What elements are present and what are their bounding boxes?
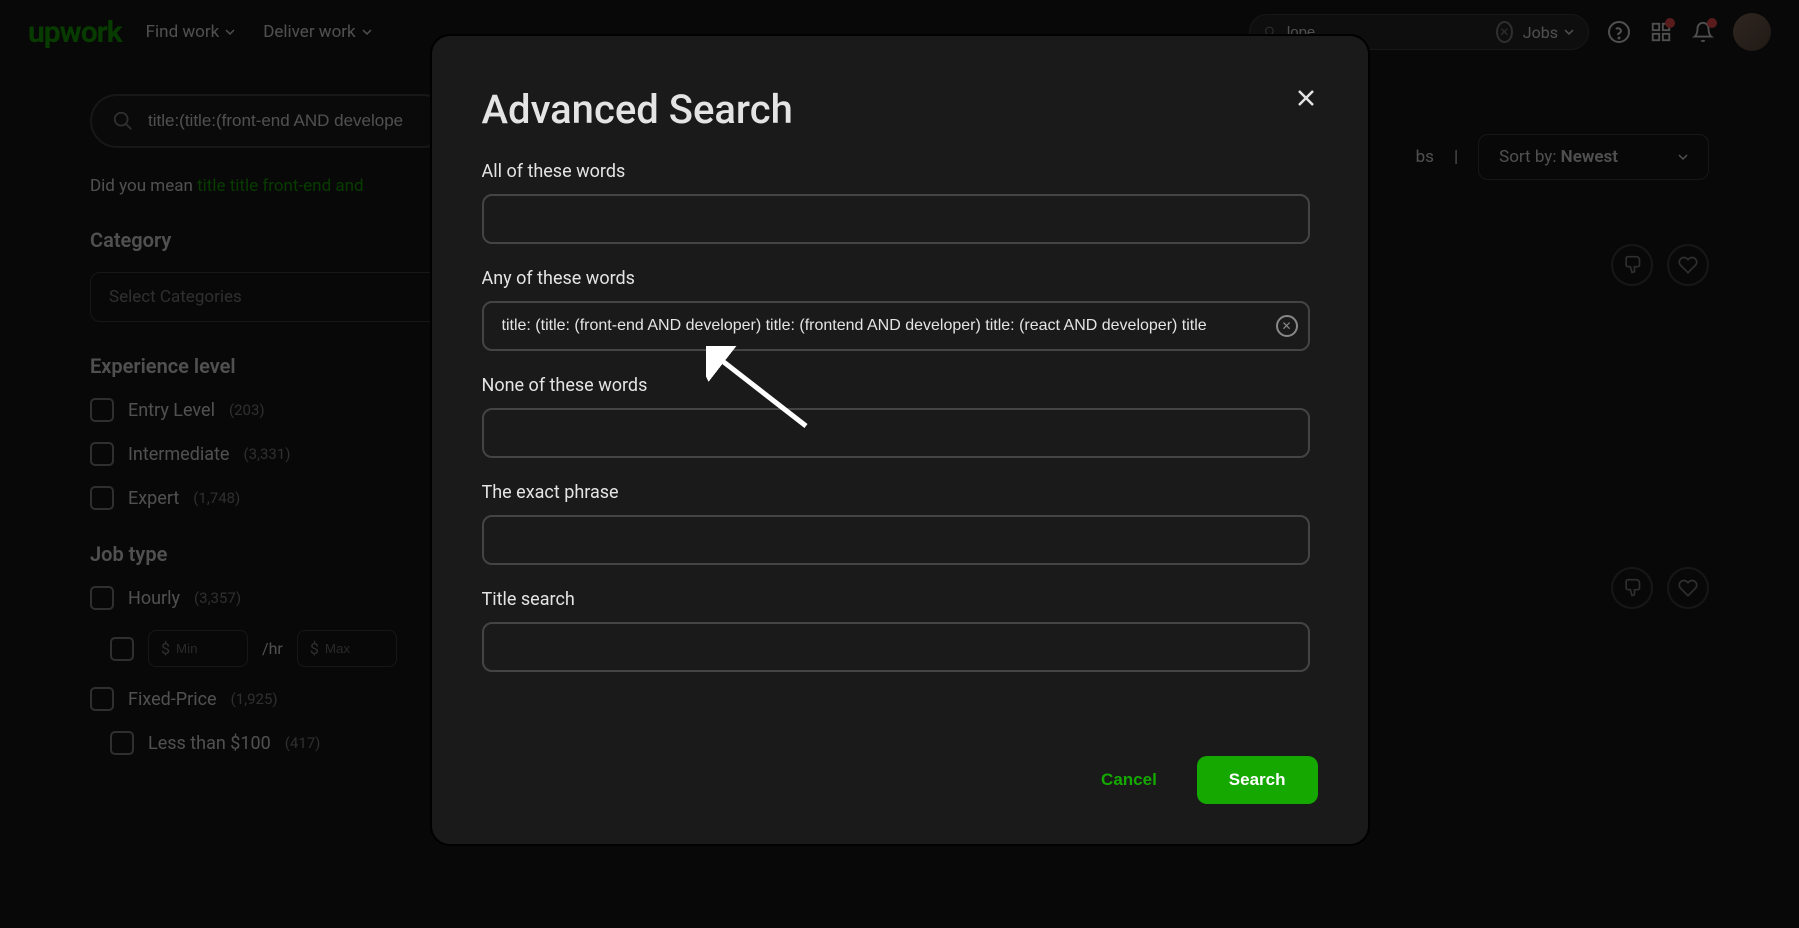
search-button[interactable]: Search [1197, 756, 1318, 804]
close-icon [1294, 86, 1318, 110]
modal-title: Advanced Search [482, 86, 1318, 133]
title-search-group: Title search [482, 589, 1310, 672]
cancel-button[interactable]: Cancel [1081, 756, 1177, 804]
all-words-group: All of these words [482, 161, 1310, 244]
close-button[interactable] [1292, 84, 1320, 112]
exact-phrase-group: The exact phrase [482, 482, 1310, 565]
any-words-label: Any of these words [482, 268, 1310, 289]
none-words-label: None of these words [482, 375, 1310, 396]
clear-input-button[interactable]: ✕ [1276, 315, 1298, 337]
none-words-input[interactable] [482, 408, 1310, 458]
title-search-label: Title search [482, 589, 1310, 610]
all-words-input[interactable] [482, 194, 1310, 244]
exact-phrase-label: The exact phrase [482, 482, 1310, 503]
advanced-search-modal: Advanced Search All of these words Any o… [430, 34, 1370, 846]
modal-footer: Cancel Search [482, 756, 1318, 804]
title-search-input[interactable] [482, 622, 1310, 672]
all-words-label: All of these words [482, 161, 1310, 182]
none-words-group: None of these words [482, 375, 1310, 458]
exact-phrase-input[interactable] [482, 515, 1310, 565]
any-words-group: Any of these words ✕ [482, 268, 1310, 351]
modal-body: All of these words Any of these words ✕ … [482, 161, 1318, 696]
any-words-input[interactable] [482, 301, 1310, 351]
modal-wrapper: Advanced Search All of these words Any o… [0, 0, 1799, 928]
